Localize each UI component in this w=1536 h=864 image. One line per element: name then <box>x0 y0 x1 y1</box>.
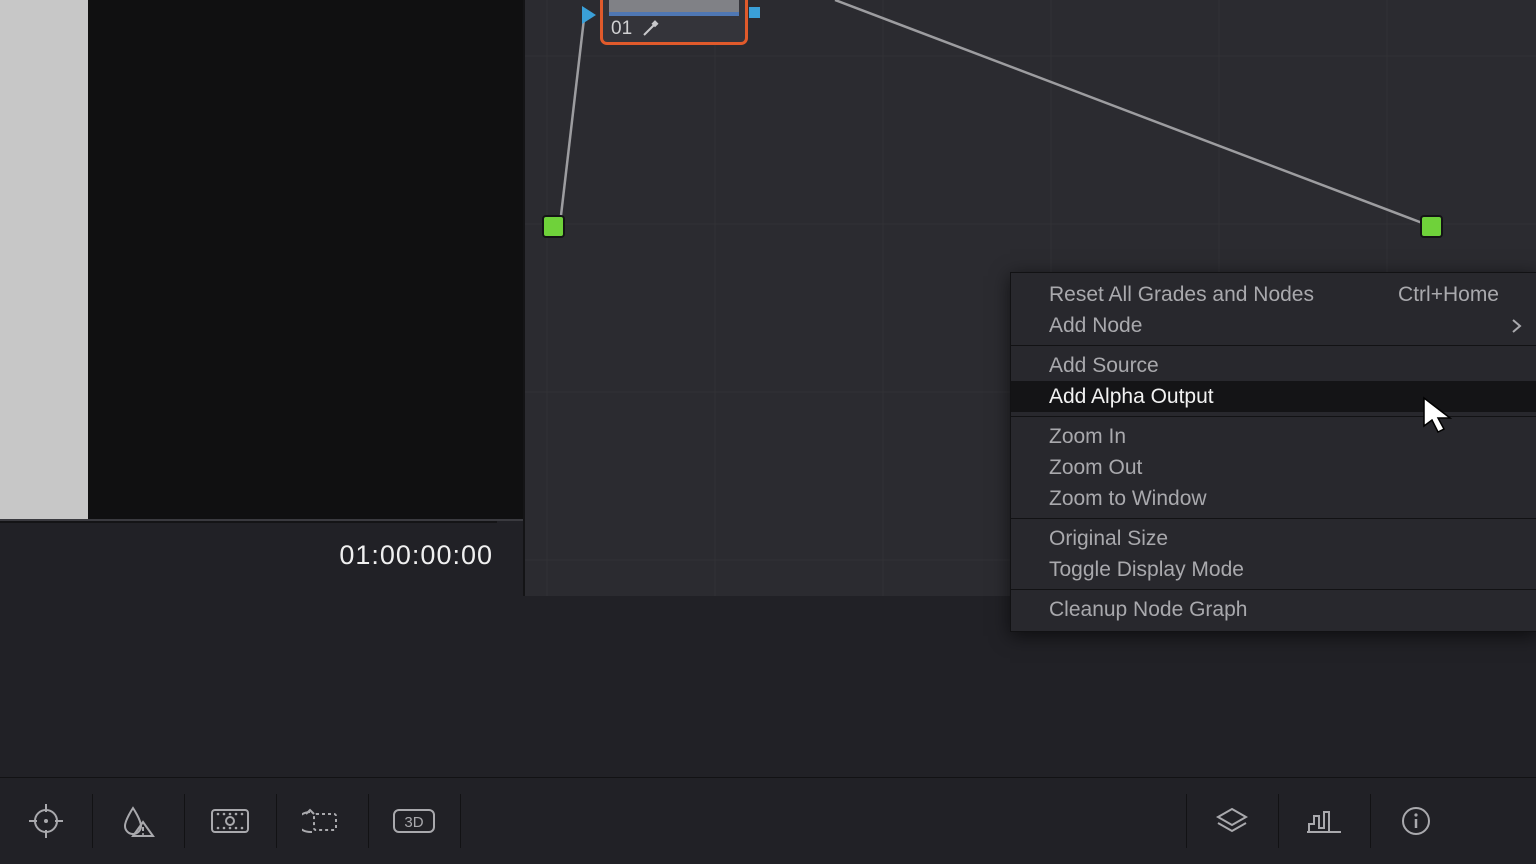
rotate-rect-icon <box>302 804 342 838</box>
keyframes-button[interactable] <box>1186 778 1278 864</box>
node-graph-context-menu: Reset All Grades and Nodes Ctrl+Home Add… <box>1010 272 1536 632</box>
menu-item-add-node[interactable]: Add Node <box>1011 310 1536 341</box>
bottom-toolbar: 3D <box>0 777 1536 864</box>
menu-label: Add Node <box>1049 314 1142 338</box>
menu-item-zoom-out[interactable]: Zoom Out <box>1011 452 1536 483</box>
stacked-diamond-icon <box>1211 806 1253 836</box>
menu-item-zoom-to-window[interactable]: Zoom to Window <box>1011 483 1536 514</box>
histogram-icon <box>1305 806 1343 836</box>
film-strip-icon <box>209 805 251 837</box>
menu-separator <box>1011 518 1536 519</box>
viewer-light-strip <box>0 0 88 520</box>
menu-shortcut: Ctrl+Home <box>1398 283 1499 307</box>
menu-label: Zoom Out <box>1049 456 1142 480</box>
menu-label: Zoom to Window <box>1049 487 1207 511</box>
menu-item-toggle-display-mode[interactable]: Toggle Display Mode <box>1011 554 1536 585</box>
crosshair-icon <box>27 802 65 840</box>
graph-input-dot[interactable] <box>542 215 565 238</box>
menu-label: Add Source <box>1049 354 1159 378</box>
menu-item-add-source[interactable]: Add Source <box>1011 350 1536 381</box>
menu-item-add-alpha-output[interactable]: Add Alpha Output <box>1011 381 1536 412</box>
node-thumbnail-bar <box>609 12 739 16</box>
3d-badge-label: 3D <box>404 814 423 831</box>
menu-label: Original Size <box>1049 527 1168 551</box>
scopes-button[interactable] <box>1278 778 1370 864</box>
3d-badge-icon: 3D <box>391 805 437 837</box>
menu-item-original-size[interactable]: Original Size <box>1011 523 1536 554</box>
info-icon <box>1399 804 1433 838</box>
menu-item-cleanup-node-graph[interactable]: Cleanup Node Graph <box>1011 594 1536 625</box>
timecode-display: 01:00:00:00 <box>0 540 523 571</box>
menu-label: Add Alpha Output <box>1049 385 1214 409</box>
menu-label: Reset All Grades and Nodes <box>1049 283 1314 307</box>
menu-separator <box>1011 589 1536 590</box>
menu-label: Zoom In <box>1049 425 1126 449</box>
menu-label: Cleanup Node Graph <box>1049 598 1247 622</box>
info-button[interactable] <box>1370 778 1462 864</box>
menu-label: Toggle Display Mode <box>1049 558 1244 582</box>
corrector-node-01[interactable]: 01 <box>600 0 748 45</box>
toolbar-separator <box>460 794 461 848</box>
windows-button[interactable] <box>184 778 276 864</box>
node-label: 01 <box>611 18 632 40</box>
graph-output-dot[interactable] <box>1420 215 1443 238</box>
color-warper-button[interactable] <box>92 778 184 864</box>
menu-separator <box>1011 345 1536 346</box>
menu-separator <box>1011 416 1536 417</box>
menu-item-zoom-in[interactable]: Zoom In <box>1011 421 1536 452</box>
viewer-border-shadow <box>0 521 497 523</box>
droplet-warning-icon <box>119 802 157 840</box>
color-picker-icon <box>641 20 659 38</box>
viewer-panel <box>88 0 523 520</box>
node-input-triangle-icon[interactable] <box>582 6 596 24</box>
3d-button[interactable]: 3D <box>368 778 460 864</box>
chevron-right-icon <box>1511 317 1523 335</box>
tracker-button[interactable] <box>276 778 368 864</box>
node-key-output-icon[interactable] <box>749 7 760 18</box>
qualifier-button[interactable] <box>0 778 92 864</box>
menu-item-reset[interactable]: Reset All Grades and Nodes Ctrl+Home <box>1011 279 1536 310</box>
